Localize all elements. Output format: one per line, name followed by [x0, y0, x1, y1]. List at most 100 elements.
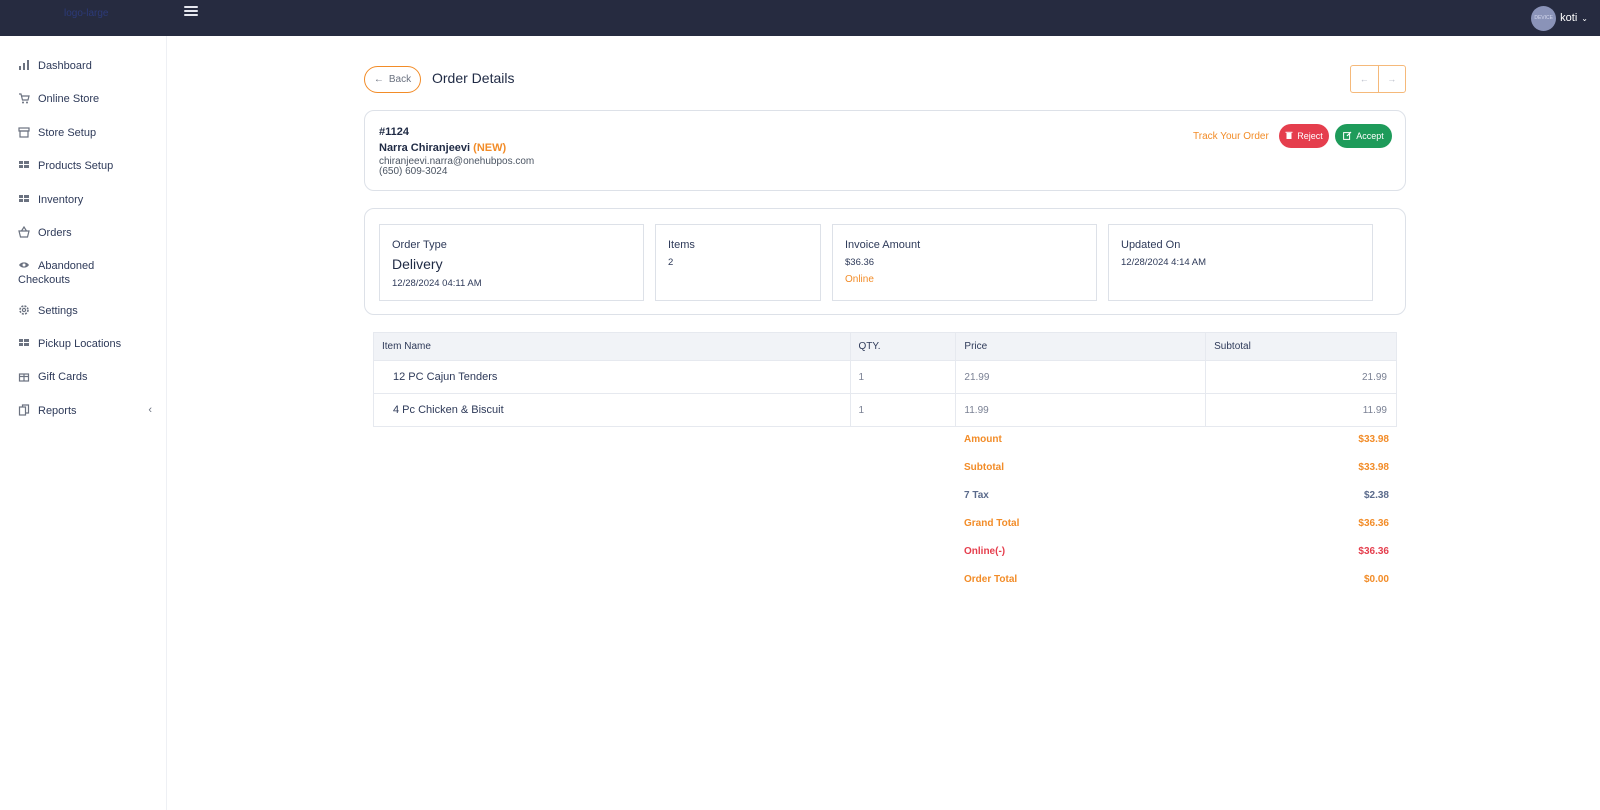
- sidebar-item-label: Gift Cards: [38, 371, 88, 383]
- items-box: Items 2: [655, 224, 821, 301]
- sidebar-item-label: Reports: [38, 405, 77, 417]
- item-subtotal: 21.99: [1205, 360, 1397, 394]
- edit-icon: [1343, 131, 1352, 142]
- trash-icon: [1285, 131, 1293, 141]
- grid-icon: [18, 193, 30, 205]
- back-button[interactable]: ← Back: [364, 66, 421, 93]
- total-value: $33.98: [1358, 462, 1389, 473]
- order-date: 12/28/2024 04:11 AM: [392, 278, 482, 289]
- sidebar-item-settings[interactable]: Settings: [18, 304, 78, 318]
- column-header: Subtotal: [1205, 332, 1397, 361]
- sidebar-item-label: Settings: [38, 305, 78, 317]
- page-title: Order Details: [432, 70, 515, 86]
- item-qty: 1: [849, 393, 957, 427]
- sidebar-item-label: Inventory: [38, 194, 84, 206]
- reject-button[interactable]: Reject: [1279, 124, 1329, 148]
- basket-icon: [18, 225, 30, 238]
- amount-row: Amount $33.98: [964, 434, 1389, 448]
- table-header-row: Item Name QTY. Price Subtotal: [373, 332, 1397, 361]
- sidebar-item-label: Pickup Locations: [38, 338, 122, 350]
- store-icon: [18, 126, 30, 138]
- top-bar: logo-large DEVICE koti ⌄: [0, 0, 1600, 36]
- invoice-box: Invoice Amount $36.36 Online: [832, 224, 1097, 301]
- sidebar-item-dashboard[interactable]: Dashboard: [18, 59, 92, 73]
- order-number: #1124: [379, 126, 409, 138]
- updated-on: 12/28/2024 4:14 AM: [1121, 257, 1207, 268]
- sidebar-item-reports[interactable]: Reports: [18, 404, 77, 418]
- tax-row: 7 Tax $2.38: [964, 490, 1389, 504]
- total-value: $2.38: [1363, 490, 1389, 501]
- total-value: $0.00: [1363, 574, 1389, 585]
- chevron-down-icon[interactable]: ⌄: [1581, 14, 1588, 23]
- sidebar-item-orders[interactable]: Orders: [18, 225, 72, 240]
- total-label: Order Total: [964, 574, 1018, 585]
- sidebar-item-online-store[interactable]: Online Store: [18, 92, 99, 106]
- total-label: Subtotal: [964, 462, 1004, 473]
- user-name[interactable]: koti: [1560, 12, 1577, 24]
- column-header: QTY.: [849, 332, 957, 361]
- gear-icon: [18, 304, 30, 316]
- updated-box: Updated On 12/28/2024 4:14 AM: [1108, 224, 1373, 301]
- table-row: 12 PC Cajun Tenders 1 21.99 21.99: [373, 360, 1397, 394]
- item-qty: 1: [849, 360, 957, 394]
- order-total-row: Order Total $0.00: [964, 574, 1389, 588]
- next-order-icon[interactable]: →: [1379, 66, 1406, 92]
- logo[interactable]: logo-large: [64, 8, 108, 19]
- customer-phone: (650) 609-3024: [379, 166, 448, 177]
- chevron-left-icon[interactable]: ‹: [148, 404, 152, 416]
- arrow-left-icon: ←: [373, 74, 384, 85]
- sidebar-item-products-setup[interactable]: Products Setup: [18, 159, 113, 173]
- order-type-value: Delivery: [392, 256, 443, 272]
- updated-label: Updated On: [1121, 239, 1181, 251]
- customer-name: Narra Chiranjeevi: [379, 142, 471, 154]
- column-header: Price: [955, 332, 1207, 361]
- sidebar-item-label: Orders: [38, 227, 72, 239]
- grand-total-row: Grand Total $36.36: [964, 518, 1389, 532]
- customer-name-line: Narra Chiranjeevi (NEW): [379, 142, 506, 154]
- chart-icon: [18, 59, 30, 71]
- sidebar-item-gift-cards[interactable]: Gift Cards: [18, 370, 88, 384]
- sidebar-item-label: Store Setup: [38, 127, 97, 139]
- grid-icon: [18, 337, 30, 349]
- sidebar-item-label: Dashboard: [38, 60, 92, 72]
- track-order-link[interactable]: Track Your Order: [1193, 131, 1269, 142]
- accept-button-label: Accept: [1356, 131, 1384, 141]
- online-payment-row: Online(-) $36.36: [964, 546, 1389, 560]
- eye-icon: [18, 259, 30, 271]
- item-price: 21.99: [955, 360, 1207, 394]
- item-price: 11.99: [955, 393, 1207, 427]
- cart-icon: [18, 92, 30, 104]
- item-name: 4 Pc Chicken & Biscuit: [373, 393, 851, 427]
- sidebar-item-pickup-locations[interactable]: Pickup Locations: [18, 337, 121, 351]
- user-menu[interactable]: DEVICE koti ⌄: [1531, 2, 1588, 34]
- grid-icon: [18, 159, 30, 171]
- total-label: 7 Tax: [964, 490, 989, 501]
- copy-icon: [18, 404, 30, 416]
- reject-button-label: Reject: [1297, 131, 1323, 141]
- order-type-box: Order Type Delivery 12/28/2024 04:11 AM: [379, 224, 644, 301]
- item-name: 12 PC Cajun Tenders: [373, 360, 851, 394]
- back-button-label: Back: [388, 74, 412, 85]
- column-header: Item Name: [373, 332, 851, 361]
- items-count: 2: [668, 257, 674, 268]
- items-table: Item Name QTY. Price Subtotal 12 PC Caju…: [373, 332, 1397, 427]
- total-label: Amount: [964, 434, 1002, 445]
- order-summary-card: Order Type Delivery 12/28/2024 04:11 AM …: [364, 208, 1406, 315]
- invoice-label: Invoice Amount: [845, 239, 921, 251]
- sidebar-item-store-setup[interactable]: Store Setup: [18, 126, 96, 140]
- order-type-label: Order Type: [392, 239, 447, 251]
- customer-card: #1124 Narra Chiranjeevi (NEW) chiranjeev…: [364, 110, 1406, 191]
- sidebar-item-abandoned-checkouts[interactable]: Abandoned Checkouts: [18, 259, 138, 287]
- total-label: Online(-): [964, 546, 1006, 557]
- item-subtotal: 11.99: [1205, 393, 1397, 427]
- subtotal-row: Subtotal $33.98: [964, 462, 1389, 476]
- previous-order-icon[interactable]: ←: [1351, 66, 1379, 92]
- sidebar-item-inventory[interactable]: Inventory: [18, 193, 83, 207]
- total-label: Grand Total: [964, 518, 1020, 529]
- status-badge: (NEW): [473, 142, 507, 154]
- accept-button[interactable]: Accept: [1335, 124, 1392, 148]
- invoice-amount: $36.36: [845, 257, 875, 268]
- total-value: $33.98: [1358, 434, 1389, 445]
- hamburger-menu-icon[interactable]: [184, 4, 198, 18]
- avatar[interactable]: DEVICE: [1531, 5, 1557, 31]
